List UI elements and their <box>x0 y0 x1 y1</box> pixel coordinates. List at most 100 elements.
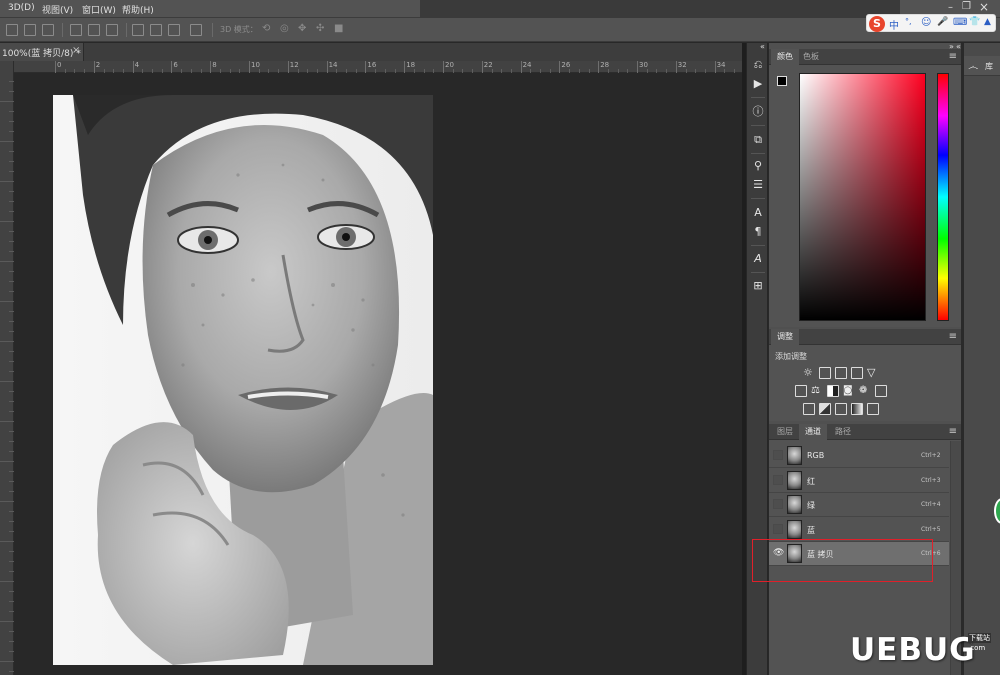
restore-icon[interactable]: ❐ <box>962 1 971 12</box>
ruler-tick <box>9 241 14 242</box>
align-bottom-icon[interactable] <box>106 24 118 36</box>
properties-icon[interactable]: ⊞ <box>751 279 765 293</box>
3d-slide-icon[interactable]: ✣ <box>316 23 324 34</box>
channel-thumbnail <box>787 519 802 539</box>
collapse-libraries-icon[interactable]: « <box>956 42 961 51</box>
align-left-icon[interactable] <box>6 24 18 36</box>
document-tab[interactable]: 100%(蓝 拷贝/8) * × <box>0 43 84 61</box>
threshold-icon[interactable] <box>835 403 847 415</box>
vertical-ruler[interactable] <box>0 61 14 675</box>
ruler-label: 2 <box>95 61 101 69</box>
align-middle-icon[interactable] <box>88 24 100 36</box>
options-bar: 3D 模式： ⟲ ◎ ✥ ✣ ■ <box>0 18 1000 42</box>
ruler-tick <box>132 61 134 73</box>
menu-help[interactable]: 帮助(H) <box>122 3 154 16</box>
color-lookup-icon[interactable] <box>875 385 887 397</box>
tab-paths[interactable]: 路径 <box>829 424 857 440</box>
character-icon[interactable]: A <box>751 206 765 220</box>
ruler-tick <box>9 401 14 402</box>
close-window-icon[interactable]: × <box>979 0 989 14</box>
distribute-right-icon[interactable] <box>168 24 180 36</box>
panel-menu-icon[interactable]: ≡ <box>949 329 957 345</box>
skin-icon[interactable]: 👕 <box>969 17 980 27</box>
menu-bar: 3D(D) 视图(V) 窗口(W) 帮助(H) – ❐ × <box>0 0 1000 18</box>
photo-filter-icon[interactable]: ◙ <box>843 385 855 397</box>
channel-row[interactable]: 红 Ctrl+3 <box>769 468 949 493</box>
hue-saturation-icon[interactable] <box>795 385 807 397</box>
microphone-icon[interactable]: 🎤 <box>937 17 948 27</box>
tab-color[interactable]: 颜色 <box>771 49 799 65</box>
history-icon[interactable]: ⎌ <box>751 58 765 72</box>
info-icon[interactable]: ⓘ <box>751 105 765 119</box>
black-white-icon[interactable] <box>827 385 839 397</box>
brush-settings-icon[interactable]: ☰ <box>751 178 765 192</box>
toolbox-icon[interactable]: ▲ <box>984 17 991 27</box>
align-top-icon[interactable] <box>70 24 82 36</box>
menu-view[interactable]: 视图(V) <box>42 3 73 16</box>
channel-mixer-icon[interactable]: ❁ <box>859 385 871 397</box>
libraries-panel: « ෴ 库 <box>956 42 1000 675</box>
actions-play-icon[interactable]: ▶ <box>751 77 765 91</box>
paragraph-icon[interactable]: ¶ <box>751 225 765 239</box>
horizontal-ruler[interactable]: 0 2 4 6 8 10 12 14 16 18 20 22 24 26 28 30 32 34 <box>14 61 745 73</box>
gradient-map-icon[interactable] <box>851 403 863 415</box>
visibility-eye-icon[interactable] <box>773 450 783 460</box>
color-balance-icon[interactable]: ⚖ <box>811 385 823 397</box>
ruler-tick <box>9 111 14 112</box>
channel-row[interactable]: RGB Ctrl+2 <box>769 444 949 468</box>
invert-icon[interactable] <box>803 403 815 415</box>
visibility-eye-icon[interactable] <box>773 474 783 485</box>
punctuation-icon[interactable]: °, <box>905 17 912 26</box>
tab-layers[interactable]: 图层 <box>771 424 799 440</box>
visibility-eye-icon[interactable] <box>773 499 783 509</box>
curves-icon[interactable] <box>835 367 847 379</box>
align-center-icon[interactable] <box>24 24 36 36</box>
distribute-center-icon[interactable] <box>150 24 162 36</box>
3d-scale-icon[interactable]: ■ <box>334 23 343 34</box>
channel-row[interactable]: 绿 Ctrl+4 <box>769 493 949 517</box>
vibrance-icon[interactable]: ▽ <box>867 367 879 379</box>
brush-presets-icon[interactable]: ⚲ <box>751 159 765 173</box>
3d-roll-icon[interactable]: ◎ <box>280 23 289 34</box>
auto-align-icon[interactable] <box>190 24 202 36</box>
hue-slider[interactable] <box>937 73 949 321</box>
levels-icon[interactable] <box>819 367 831 379</box>
tab-channels[interactable]: 通道 <box>799 424 827 440</box>
ruler-tick <box>9 471 14 472</box>
align-right-icon[interactable] <box>42 24 54 36</box>
clone-source-icon[interactable]: ⧉ <box>751 133 765 147</box>
brightness-icon[interactable]: ☼ <box>803 367 815 379</box>
emoji-icon[interactable]: ☺ <box>921 17 931 28</box>
ruler-tick <box>637 61 638 73</box>
ime-language[interactable]: 中 <box>889 17 899 32</box>
keyboard-icon[interactable]: ⌨ <box>953 17 967 28</box>
channel-row[interactable]: 蓝 Ctrl+5 <box>769 517 949 542</box>
ime-toolbar[interactable]: S 中 °, ☺ 🎤 ⌨ 👕 ▲ <box>866 14 996 32</box>
visibility-eye-icon[interactable] <box>773 523 783 534</box>
posterize-icon[interactable] <box>819 403 831 415</box>
panel-menu-icon[interactable]: ≡ <box>949 424 957 440</box>
3d-rotate-icon[interactable]: ⟲ <box>262 23 270 34</box>
color-picker-field[interactable] <box>799 73 926 321</box>
channel-shortcut: Ctrl+4 <box>921 501 941 508</box>
collapse-dock-icon[interactable]: « <box>760 42 765 51</box>
3d-drag-icon[interactable]: ✥ <box>298 23 306 34</box>
tab-adjustments[interactable]: 调整 <box>771 329 799 345</box>
ruler-tick <box>0 181 14 182</box>
panel-menu-icon[interactable]: ≡ <box>949 49 957 65</box>
glyphs-icon[interactable]: A <box>751 252 765 266</box>
menu-3d[interactable]: 3D(D) <box>8 3 35 13</box>
ruler-tick <box>9 391 14 392</box>
libraries-tab[interactable]: ෴ 库 <box>964 56 1000 76</box>
tab-swatches[interactable]: 色板 <box>797 49 825 65</box>
foreground-color-swatch[interactable] <box>777 76 787 86</box>
ruler-tick <box>714 61 716 73</box>
exposure-icon[interactable] <box>851 367 863 379</box>
minimize-icon[interactable]: – <box>948 2 953 13</box>
close-icon[interactable]: × <box>72 45 80 56</box>
selective-color-icon[interactable] <box>867 403 879 415</box>
menu-window[interactable]: 窗口(W) <box>82 3 116 16</box>
distribute-left-icon[interactable] <box>132 24 144 36</box>
ruler-tick <box>9 551 14 552</box>
ruler-tick <box>559 61 561 73</box>
